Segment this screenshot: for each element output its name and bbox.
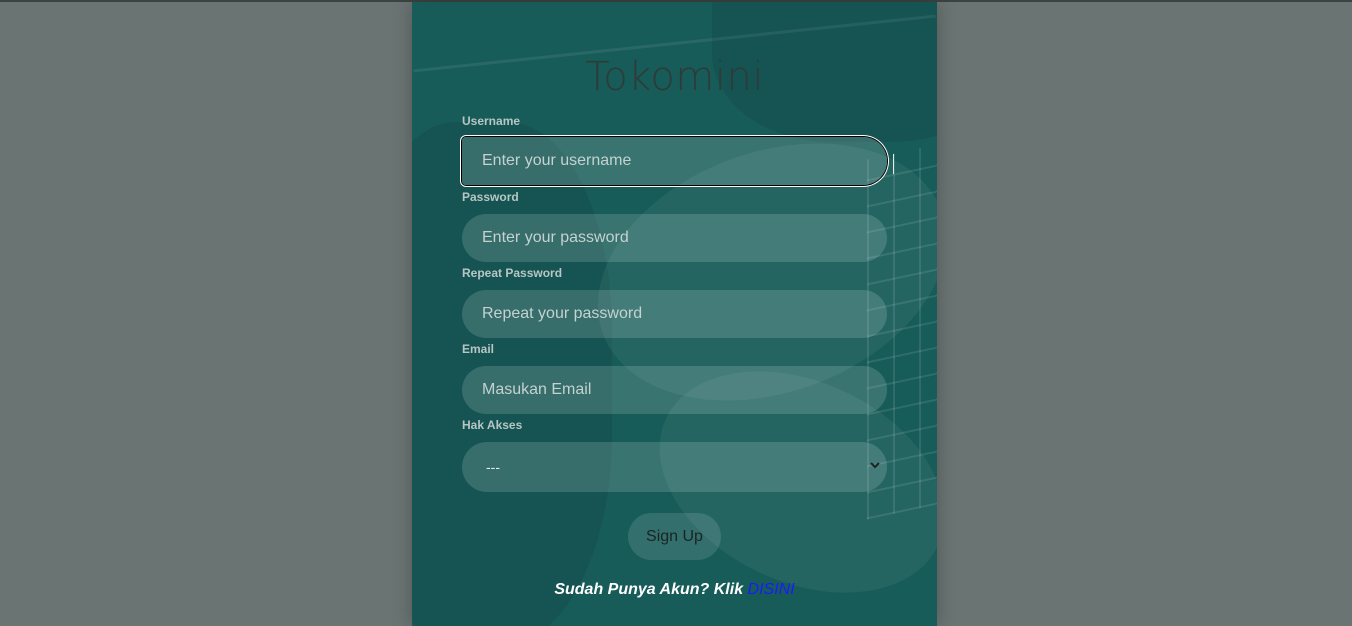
login-prompt: Sudah Punya Akun? Klik DISINI	[412, 581, 937, 599]
signup-card: Tokomini Username Password Repeat Passwo…	[412, 2, 937, 626]
sign-up-button[interactable]: Sign Up	[628, 513, 721, 560]
login-link[interactable]: DISINI	[748, 581, 795, 598]
username-label: Username	[462, 114, 521, 128]
chevron-down-icon	[870, 462, 880, 469]
password-label: Password	[462, 190, 519, 204]
login-prompt-text: Sudah Punya Akun? Klik	[554, 581, 744, 598]
page-title: Tokomini	[585, 54, 764, 100]
username-input[interactable]	[462, 137, 887, 185]
password-input[interactable]	[462, 214, 887, 262]
email-input[interactable]	[462, 366, 887, 414]
access-label: Hak Akses	[462, 418, 523, 432]
email-label: Email	[462, 342, 495, 356]
access-select[interactable]: ---	[462, 442, 887, 492]
repeat-password-input[interactable]	[462, 290, 887, 338]
text-caret	[893, 154, 894, 174]
repeat-password-label: Repeat Password	[462, 266, 563, 280]
access-selected-value: ---	[486, 459, 500, 475]
